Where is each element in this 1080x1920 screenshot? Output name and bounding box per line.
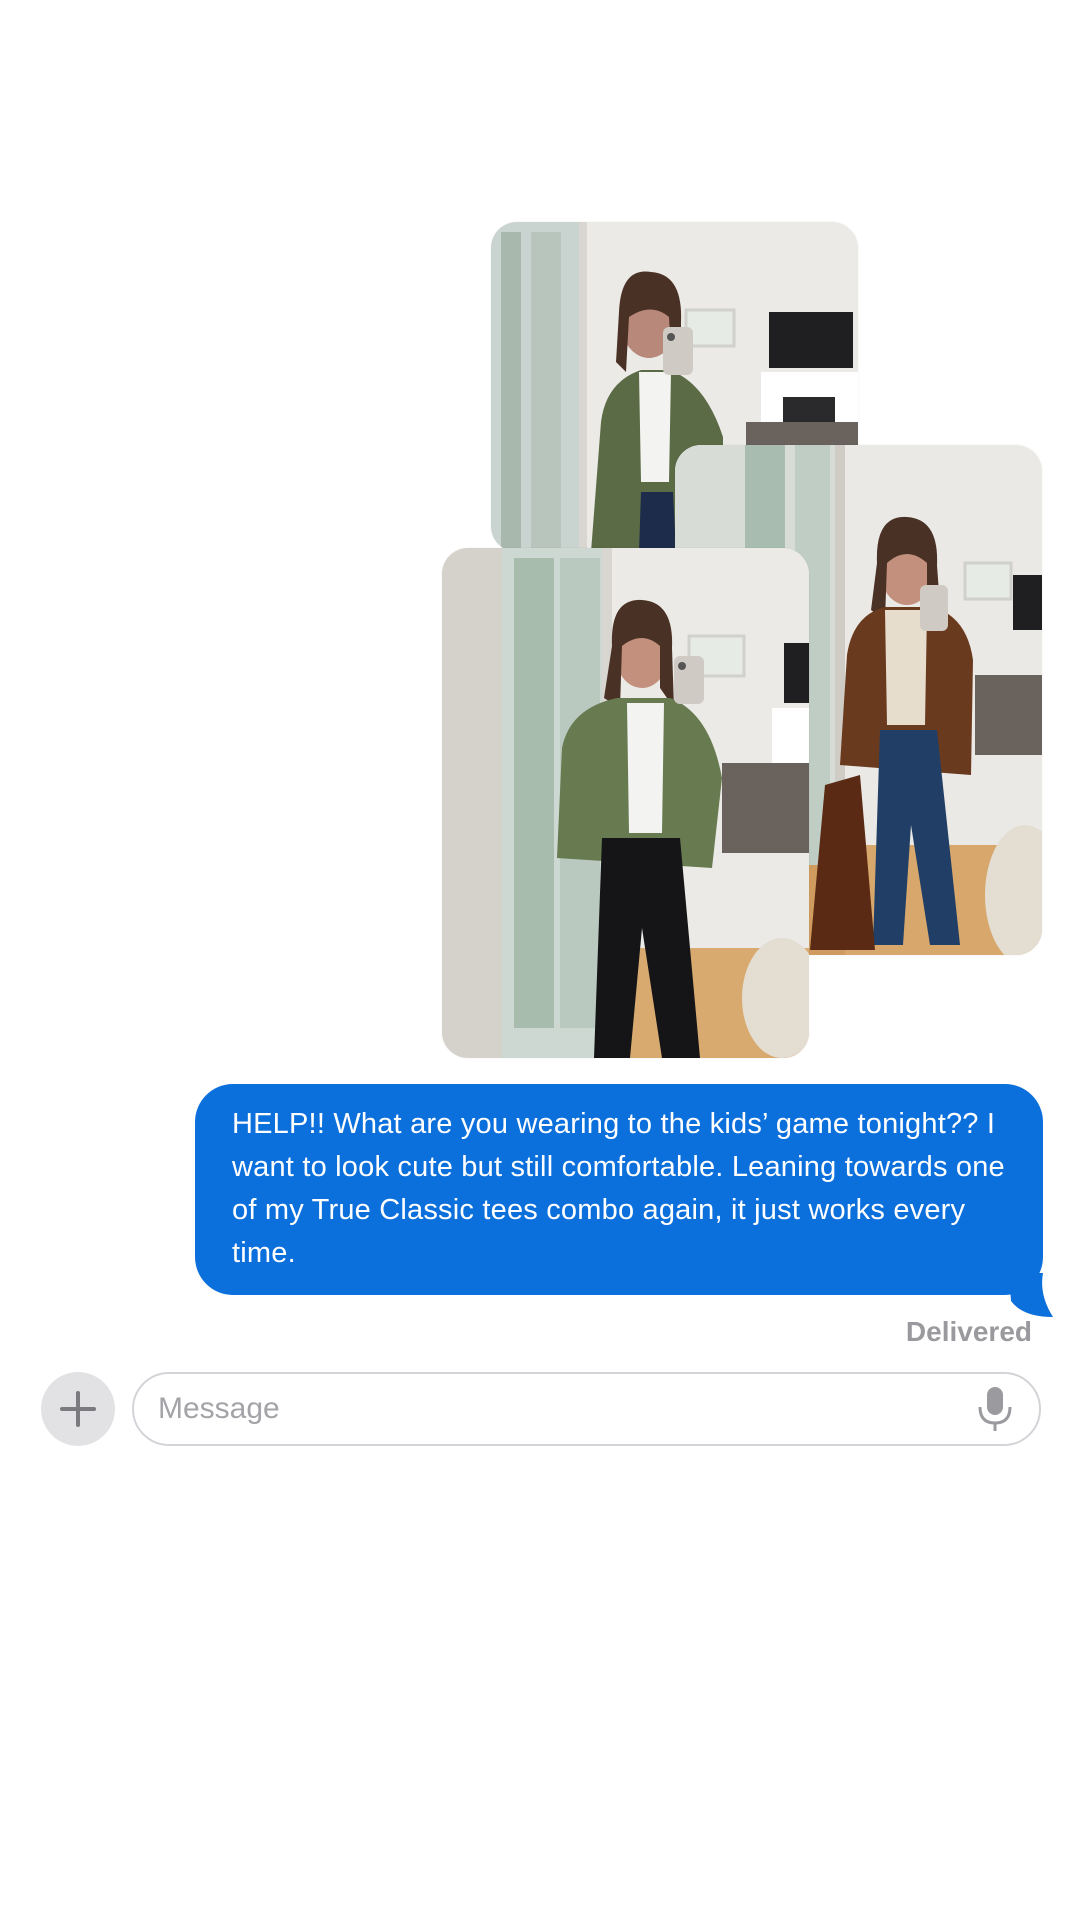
- photo-attachment-green-jacket[interactable]: [442, 548, 809, 1058]
- delivery-status: Delivered: [905, 1316, 1032, 1347]
- message-bubble[interactable]: HELP!! What are you wearing to the kids’…: [195, 1084, 1053, 1317]
- add-attachment-button[interactable]: [41, 1372, 115, 1446]
- bubble-tail: [1009, 1273, 1053, 1317]
- plus-icon: [60, 1391, 96, 1427]
- sent-message[interactable]: HELP!! What are you wearing to the kids’…: [195, 1084, 1053, 1317]
- microphone-icon[interactable]: [975, 1385, 1015, 1435]
- messages-screen: HELP!! What are you wearing to the kids’…: [0, 0, 1080, 1920]
- message-text: HELP!! What are you wearing to the kids’…: [232, 1108, 1005, 1269]
- message-input-field[interactable]: [132, 1372, 1041, 1446]
- message-input[interactable]: [158, 1374, 938, 1444]
